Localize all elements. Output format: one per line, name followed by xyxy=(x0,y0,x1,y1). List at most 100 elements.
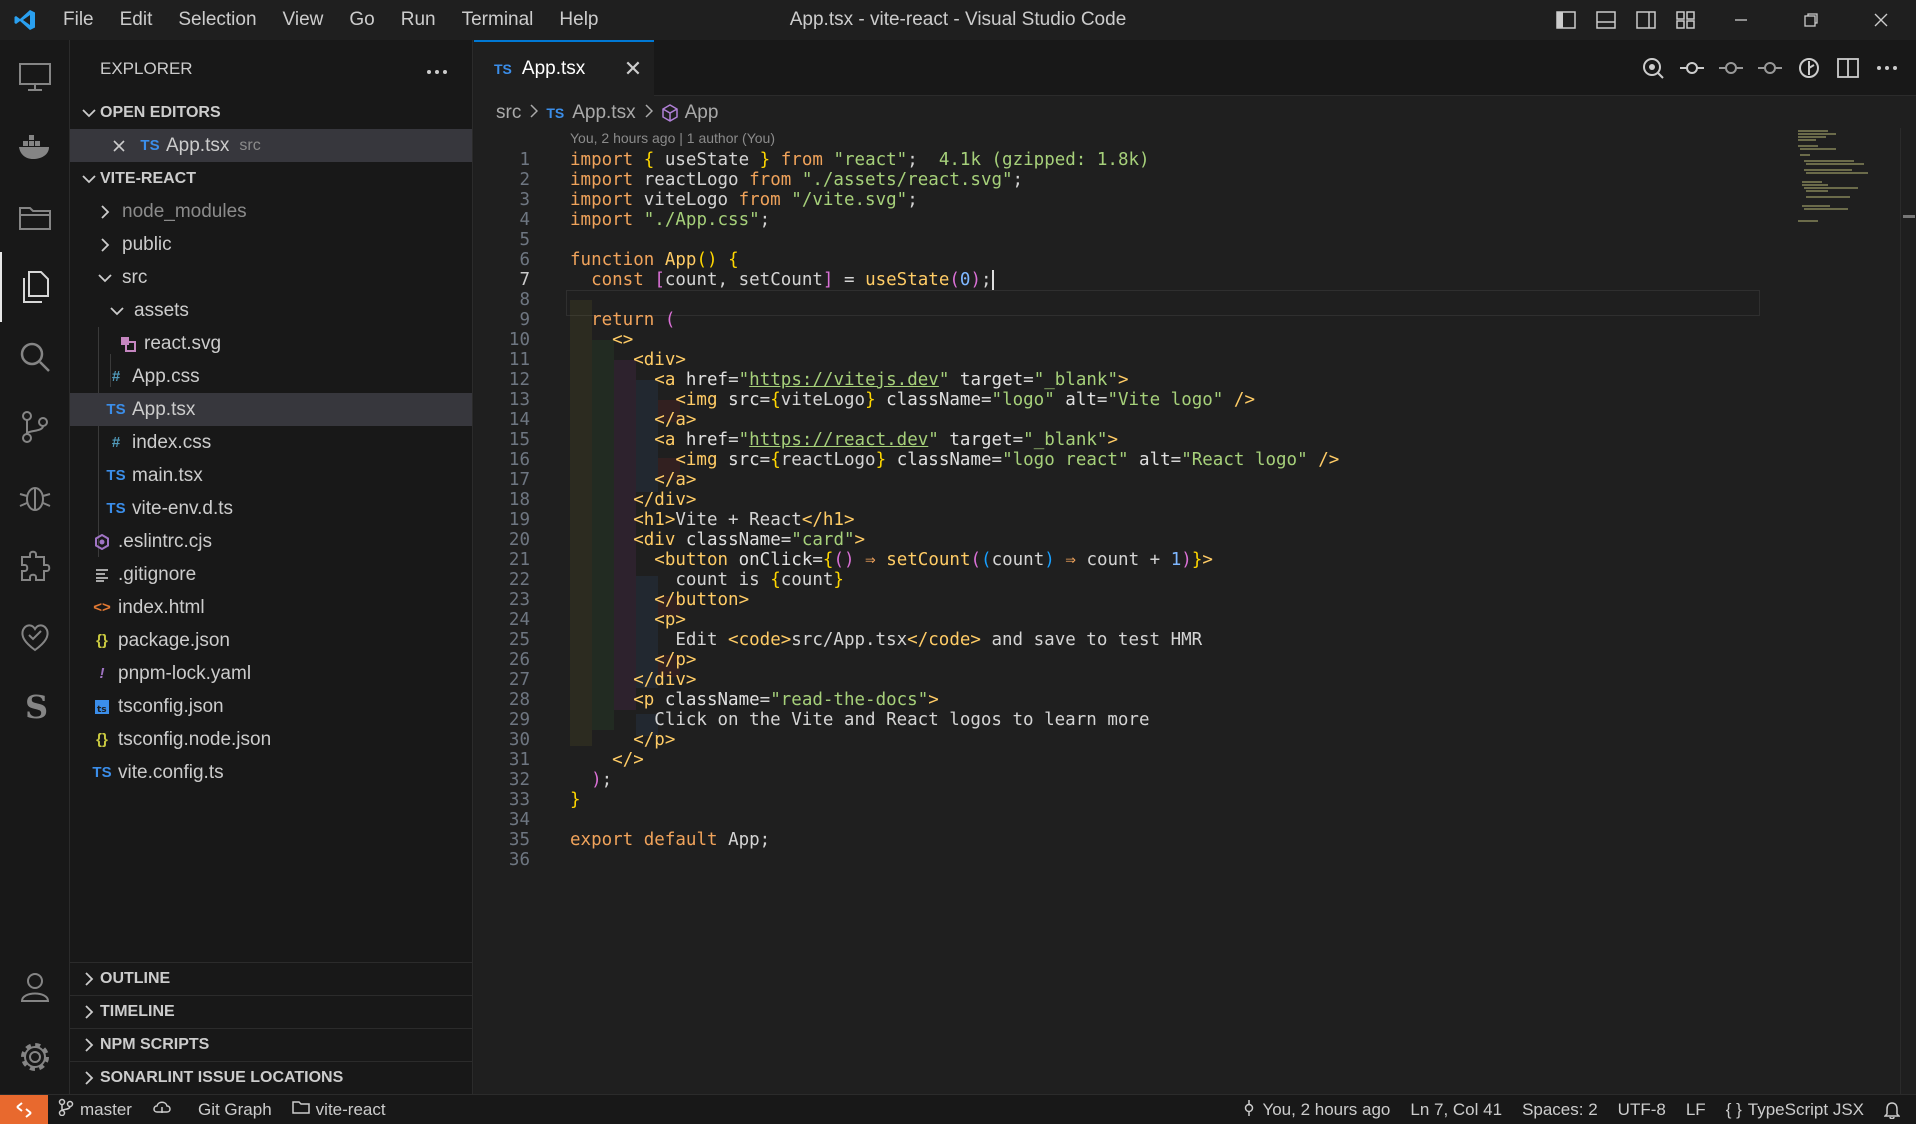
previous-change-icon[interactable] xyxy=(1672,40,1711,96)
breadcrumb-folder[interactable]: src xyxy=(496,102,521,124)
menu-help[interactable]: Help xyxy=(546,0,611,40)
close-tab-icon[interactable]: ✕ xyxy=(620,56,646,82)
chevron-right-icon xyxy=(94,204,116,219)
testing-icon[interactable] xyxy=(0,602,70,672)
blame-item[interactable]: You, 2 hours ago xyxy=(1232,1095,1400,1124)
cursor-position[interactable]: Ln 7, Col 41 xyxy=(1400,1095,1512,1124)
minimize-icon[interactable] xyxy=(1706,0,1776,40)
tree-item-react-svg[interactable]: react.svg xyxy=(70,327,472,360)
tree-item-node-modules[interactable]: node_modules xyxy=(70,195,472,228)
extensions-icon[interactable] xyxy=(0,532,70,602)
outline-section[interactable]: OUTLINE xyxy=(70,962,472,995)
folder-label: vite-react xyxy=(315,1099,386,1119)
more-actions-icon[interactable] xyxy=(1867,40,1906,96)
tree-item-gitignore[interactable]: .gitignore xyxy=(70,558,472,591)
split-editor-icon[interactable] xyxy=(1828,40,1867,96)
more-actions-icon[interactable] xyxy=(426,59,448,80)
explorer-title: EXPLORER xyxy=(100,59,193,78)
search-icon[interactable] xyxy=(0,322,70,392)
section-label: SONARLINT ISSUE LOCATIONS xyxy=(100,1069,344,1086)
remote-explorer-icon[interactable] xyxy=(0,42,70,112)
tree-item-public[interactable]: public xyxy=(70,228,472,261)
tree-item-tsconfig-node[interactable]: {} tsconfig.node.json xyxy=(70,723,472,756)
open-editor-name: App.tsx xyxy=(166,134,230,156)
sonarlint-section[interactable]: SONARLINT ISSUE LOCATIONS xyxy=(70,1061,472,1094)
npm-scripts-section[interactable]: NPM SCRIPTS xyxy=(70,1028,472,1061)
toggle-panel-icon[interactable] xyxy=(1586,0,1626,40)
toggle-secondary-sidebar-icon[interactable] xyxy=(1626,0,1666,40)
folder-item[interactable]: vite-react xyxy=(282,1095,396,1124)
docker-icon[interactable] xyxy=(0,112,70,182)
cloud-sync-icon xyxy=(152,1099,178,1120)
css-file-icon: # xyxy=(111,368,121,385)
remote-indicator-icon[interactable] xyxy=(0,1094,48,1124)
tree-item-vite-config[interactable]: TS vite.config.ts xyxy=(70,756,472,789)
menu-terminal[interactable]: Terminal xyxy=(449,0,547,40)
open-changes-icon[interactable] xyxy=(1789,40,1828,96)
tree-item-label: public xyxy=(122,233,172,255)
tree-item-label: index.css xyxy=(132,431,212,453)
run-and-debug-icon[interactable] xyxy=(0,462,70,532)
tree-item-app-css[interactable]: # App.css xyxy=(70,360,472,393)
tree-item-eslintrc[interactable]: .eslintrc.cjs xyxy=(70,525,472,558)
sass-icon[interactable]: S xyxy=(0,672,70,742)
tree-item-src[interactable]: src xyxy=(70,261,472,294)
tree-item-vite-env[interactable]: TS vite-env.d.ts xyxy=(70,492,472,525)
close-editor-icon[interactable] xyxy=(108,139,130,153)
menu-go[interactable]: Go xyxy=(336,0,387,40)
chevron-right-icon xyxy=(94,237,116,252)
sync-item[interactable] xyxy=(142,1095,188,1124)
vertical-scrollbar[interactable] xyxy=(1900,128,1916,1094)
minimap[interactable] xyxy=(1796,128,1906,248)
git-graph-label: Git Graph xyxy=(197,1099,272,1119)
open-editors-section[interactable]: OPEN EDITORS xyxy=(70,96,221,129)
tree-item-assets[interactable]: assets xyxy=(70,294,472,327)
menu-view[interactable]: View xyxy=(270,0,337,40)
tree-item-pnpm-lock[interactable]: ! pnpm-lock.yaml xyxy=(70,657,472,690)
menu-run[interactable]: Run xyxy=(388,0,449,40)
accounts-icon[interactable] xyxy=(0,952,70,1022)
encoding[interactable]: UTF-8 xyxy=(1608,1095,1676,1124)
customize-layout-icon[interactable] xyxy=(1666,0,1706,40)
source-control-icon[interactable] xyxy=(0,392,70,462)
toggle-primary-sidebar-icon[interactable] xyxy=(1546,0,1586,40)
tree-item-package-json[interactable]: {} package.json xyxy=(70,624,472,657)
chevron-right-icon xyxy=(529,102,539,124)
activity-bar: S xyxy=(0,40,70,1094)
commit-icon[interactable] xyxy=(1711,40,1750,96)
restore-icon[interactable] xyxy=(1776,0,1846,40)
tree-item-label: vite.config.ts xyxy=(118,761,224,783)
close-window-icon[interactable] xyxy=(1846,0,1916,40)
menu-edit[interactable]: Edit xyxy=(107,0,166,40)
tree-item-index-html[interactable]: <> index.html xyxy=(70,591,472,624)
tree-item-main-tsx[interactable]: TS main.tsx xyxy=(70,459,472,492)
notifications-bell-icon[interactable] xyxy=(1874,1095,1916,1124)
explorer-icon[interactable] xyxy=(0,252,70,322)
timeline-section[interactable]: TIMELINE xyxy=(70,995,472,1028)
end-of-line[interactable]: LF xyxy=(1676,1095,1716,1124)
breadcrumb-file[interactable]: App.tsx xyxy=(572,102,635,124)
tab-app-tsx[interactable]: TS App.tsx ✕ xyxy=(474,40,654,96)
typescript-file-icon: TS xyxy=(106,467,126,484)
project-section[interactable]: VITE-REACT xyxy=(70,162,196,195)
indentation[interactable]: Spaces: 2 xyxy=(1512,1095,1608,1124)
breadcrumb-symbol[interactable]: App xyxy=(685,102,719,124)
git-graph-item[interactable]: Git Graph xyxy=(188,1095,282,1124)
typescript-file-icon: TS xyxy=(494,61,512,77)
typescript-file-icon: TS xyxy=(106,500,126,517)
gitlens-inspect-icon[interactable] xyxy=(1633,40,1672,96)
git-blame-annotation[interactable]: You, 2 hours ago | 1 author (You) xyxy=(570,130,775,146)
branch-item[interactable]: master xyxy=(48,1095,142,1124)
menu-file[interactable]: File xyxy=(50,0,107,40)
next-change-icon[interactable] xyxy=(1750,40,1789,96)
tree-item-label: App.css xyxy=(132,365,200,387)
manage-gear-icon[interactable] xyxy=(0,1022,70,1092)
open-editor-item[interactable]: TS App.tsx src xyxy=(70,129,472,162)
tree-item-label: assets xyxy=(134,299,189,321)
tree-item-app-tsx[interactable]: TS App.tsx xyxy=(70,393,472,426)
tree-item-index-css[interactable]: # index.css xyxy=(70,426,472,459)
project-manager-icon[interactable] xyxy=(0,182,70,252)
language-mode[interactable]: { } TypeScript JSX xyxy=(1716,1095,1874,1124)
menu-selection[interactable]: Selection xyxy=(165,0,269,40)
tree-item-tsconfig[interactable]: ts tsconfig.json xyxy=(70,690,472,723)
